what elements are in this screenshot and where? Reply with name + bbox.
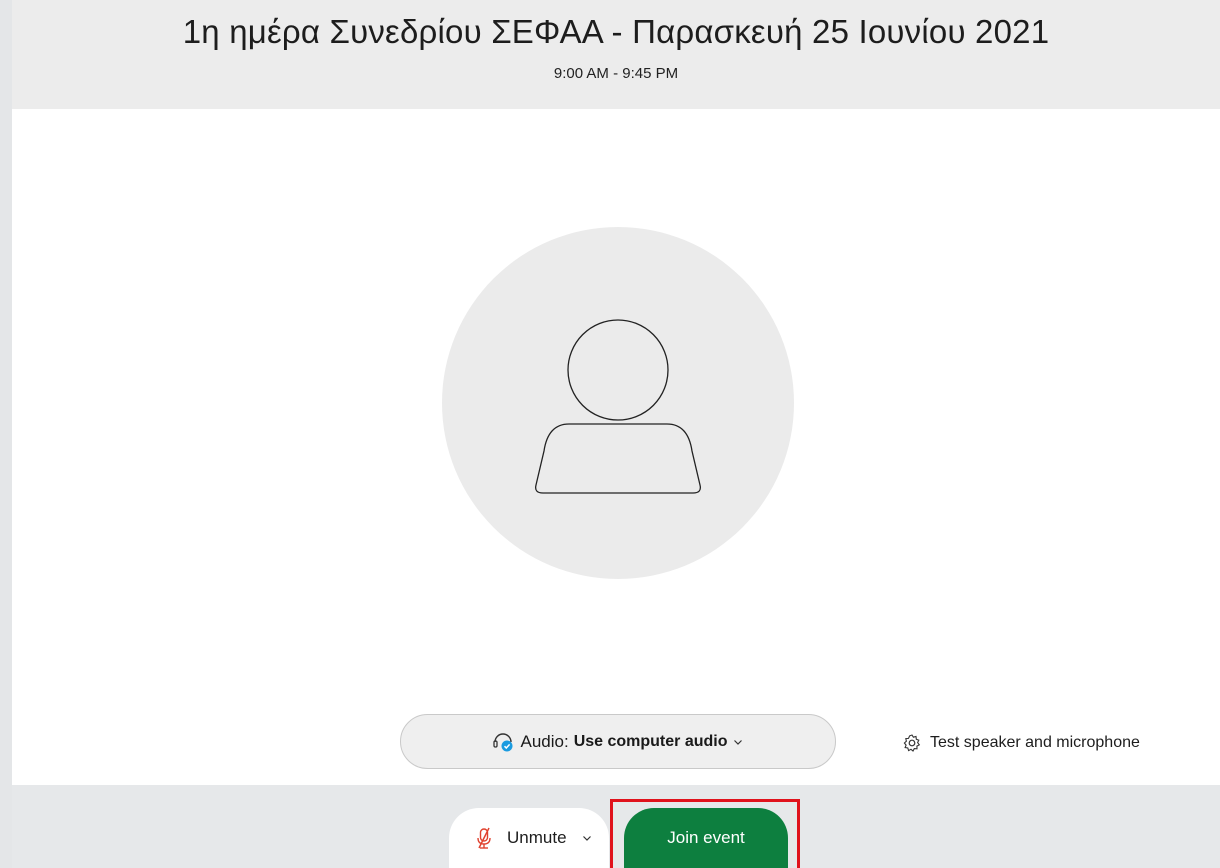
headset-icon — [493, 732, 513, 751]
audio-selector-button[interactable]: Audio: Use computer audio — [400, 714, 836, 769]
left-edge-strip — [0, 0, 12, 868]
join-event-button[interactable]: Join event — [624, 808, 788, 868]
event-header: 1η ημέρα Συνεδρίου ΣΕΦΑΑ - Παρασκευή 25 … — [12, 0, 1220, 109]
chevron-down-icon — [733, 739, 742, 745]
person-placeholder-icon — [535, 319, 701, 494]
gear-icon — [903, 734, 921, 752]
bottom-toolbar: Unmute Join event — [12, 785, 1220, 868]
join-event-label: Join event — [667, 828, 745, 847]
event-title: 1η ημέρα Συνεδρίου ΣΕΦΑΑ - Παρασκευή 25 … — [182, 13, 1050, 50]
audio-label: Audio: — [520, 731, 569, 751]
test-link-label: Test speaker and microphone — [930, 734, 1140, 751]
avatar — [442, 227, 794, 579]
chevron-down-icon[interactable] — [581, 832, 593, 844]
event-time: 9:00 AM - 9:45 PM — [553, 65, 679, 82]
audio-value: Use computer audio — [573, 732, 728, 750]
unmute-button[interactable]: Unmute — [449, 808, 609, 868]
unmute-label: Unmute — [507, 828, 567, 847]
video-preview-area: Audio: Use computer audio Test speaker a… — [12, 109, 1220, 785]
test-speaker-microphone-link[interactable]: Test speaker and microphone — [902, 731, 1140, 755]
muted-mic-icon — [477, 827, 491, 849]
